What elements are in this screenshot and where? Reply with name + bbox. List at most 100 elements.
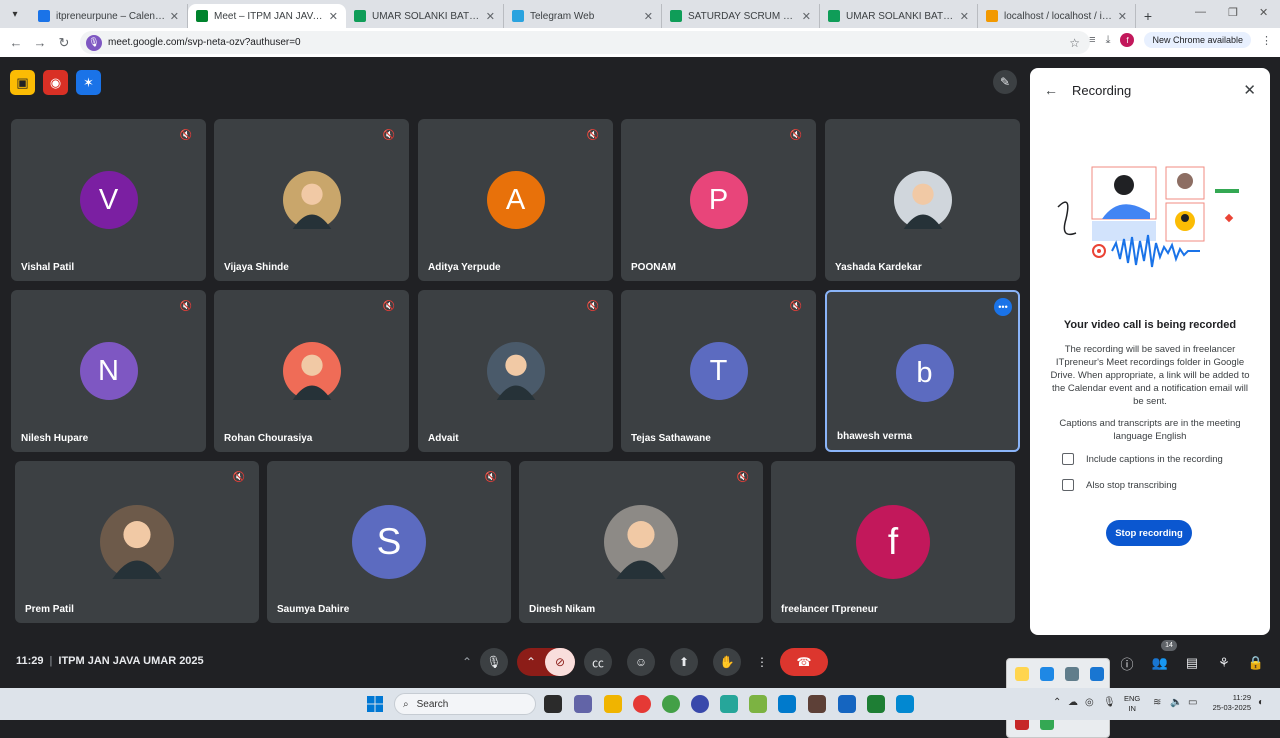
- browser-tab[interactable]: localhost / localhost / itpb2db ✕: [978, 4, 1136, 28]
- chrome-taskbar-icon[interactable]: [662, 695, 680, 713]
- tray-app-icon[interactable]: ◎: [1085, 697, 1094, 708]
- participant-tile[interactable]: P POONAM 🔇: [621, 119, 816, 281]
- chrome-menu-icon[interactable]: ⋮: [1261, 34, 1272, 47]
- tab-close-icon[interactable]: ✕: [170, 10, 179, 23]
- pen-icon[interactable]: ✎: [993, 70, 1017, 94]
- tab-search-icon[interactable]: ▾: [6, 5, 24, 23]
- browser-tab[interactable]: itpreneurpune – Calendar - Tue ✕: [30, 4, 188, 28]
- chrome-taskbar-icon[interactable]: [633, 695, 651, 713]
- forward-icon[interactable]: →: [28, 35, 52, 50]
- browser-tab[interactable]: Meet – ITPM JAN JAVA UM ✕: [188, 4, 346, 28]
- record-icon[interactable]: ◉: [43, 70, 68, 95]
- activities-panel-icon[interactable]: ⚘: [1214, 653, 1234, 673]
- captions-button[interactable]: ㏄: [584, 648, 612, 676]
- participant-tile[interactable]: Advait 🔇: [418, 290, 613, 452]
- camera-options-button[interactable]: ⌃ ⊘: [517, 648, 575, 676]
- url-input[interactable]: 🎙 meet.google.com/svp-neta-ozv?authuser=…: [80, 31, 1090, 54]
- onedrive-icon[interactable]: ☁: [1068, 697, 1078, 708]
- emoji-button[interactable]: ☺: [627, 648, 655, 676]
- audio-options-chevron-icon[interactable]: ⌃: [456, 648, 478, 676]
- tab-close-icon[interactable]: ✕: [1118, 10, 1127, 23]
- notepad-icon[interactable]: [749, 695, 767, 713]
- bookmark-star-icon[interactable]: ☆: [1069, 36, 1080, 50]
- show-hidden-icons-chevron[interactable]: ⌃: [1053, 697, 1061, 708]
- media-controls-icon[interactable]: ≡: [1089, 34, 1095, 46]
- wifi-icon[interactable]: ≋: [1153, 697, 1161, 708]
- present-screen-button[interactable]: ⬆: [670, 648, 698, 676]
- host-controls-icon[interactable]: 🔒: [1246, 653, 1266, 673]
- browser-tab[interactable]: SATURDAY SCRUM CALL- FREE ✕: [662, 4, 820, 28]
- camera-off-icon[interactable]: ⊘: [545, 648, 575, 676]
- bluetooth-icon[interactable]: [1040, 667, 1054, 681]
- chrome-taskbar-icon[interactable]: [691, 695, 709, 713]
- chevron-up-icon[interactable]: ⌃: [526, 655, 536, 669]
- participant-tile[interactable]: Prem Patil 🔇: [15, 461, 259, 623]
- tile-more-options-icon[interactable]: •••: [994, 298, 1012, 316]
- browser-tab[interactable]: UMAR SOLANKI BATCHES ATT ✕: [346, 4, 504, 28]
- tray-app-icon[interactable]: [1015, 667, 1029, 681]
- minimize-icon[interactable]: —: [1195, 6, 1206, 18]
- notifications-icon[interactable]: ◐: [1258, 697, 1264, 708]
- participant-tile[interactable]: Yashada Kardekar: [825, 119, 1020, 281]
- participant-tile[interactable]: N Nilesh Hupare 🔇: [11, 290, 206, 452]
- word-icon[interactable]: [838, 695, 856, 713]
- participant-tile[interactable]: b bhawesh verma •••: [825, 290, 1020, 452]
- stop-transcribing-checkbox[interactable]: Also stop transcribing: [1062, 479, 1177, 491]
- participant-tile[interactable]: V Vishal Patil 🔇: [11, 119, 206, 281]
- presentation-icon[interactable]: ▣: [10, 70, 35, 95]
- tray-app-icon[interactable]: [896, 695, 914, 713]
- new-tab-button[interactable]: +: [1136, 4, 1160, 28]
- tray-app-icon[interactable]: [720, 695, 738, 713]
- people-icon[interactable]: 👥: [1150, 653, 1170, 673]
- tray-app-icon[interactable]: [1065, 667, 1079, 681]
- vscode-icon[interactable]: [778, 695, 796, 713]
- participant-tile[interactable]: Rohan Chourasiya 🔇: [214, 290, 409, 452]
- checkbox-box[interactable]: [1062, 453, 1074, 465]
- tab-close-icon[interactable]: ✕: [329, 10, 338, 23]
- raise-hand-button[interactable]: ✋: [713, 648, 741, 676]
- tab-close-icon[interactable]: ✕: [486, 10, 495, 23]
- tab-close-icon[interactable]: ✕: [802, 10, 811, 23]
- stop-recording-button[interactable]: Stop recording: [1106, 520, 1192, 546]
- participant-tile[interactable]: Dinesh Nikam 🔇: [519, 461, 763, 623]
- site-info-icon[interactable]: 🎙: [86, 34, 102, 51]
- taskbar-search-box[interactable]: ⌕ Search: [394, 693, 536, 715]
- reload-icon[interactable]: ↻: [52, 35, 76, 51]
- chat-icon[interactable]: ▤: [1182, 653, 1202, 673]
- battery-icon[interactable]: ▭: [1188, 697, 1197, 708]
- tray-app-icon[interactable]: [1090, 667, 1104, 681]
- more-options-icon[interactable]: ⋮: [753, 648, 771, 676]
- language-indicator[interactable]: ENG IN: [1124, 694, 1140, 714]
- tab-close-icon[interactable]: ✕: [960, 10, 969, 23]
- download-icon[interactable]: ⤓: [1106, 34, 1111, 47]
- back-arrow-icon[interactable]: ←: [1044, 82, 1058, 98]
- tab-close-icon[interactable]: ✕: [644, 10, 653, 23]
- participant-tile[interactable]: T Tejas Sathawane 🔇: [621, 290, 816, 452]
- taskbar-clock[interactable]: 11:29 25-03-2025: [1205, 693, 1251, 713]
- task-view-icon[interactable]: [544, 695, 562, 713]
- microphone-button[interactable]: 🎙: [480, 648, 508, 676]
- checkbox-box[interactable]: [1062, 479, 1074, 491]
- participant-tile[interactable]: A Aditya Yerpude 🔇: [418, 119, 613, 281]
- participant-tile[interactable]: f freelancer ITpreneur: [771, 461, 1015, 623]
- meeting-details-icon[interactable]: ⓘ: [1117, 653, 1137, 673]
- browser-tab[interactable]: Telegram Web ✕: [504, 4, 662, 28]
- participant-tile[interactable]: S Saumya Dahire 🔇: [267, 461, 511, 623]
- close-icon[interactable]: ✕: [1243, 81, 1256, 99]
- maximize-icon[interactable]: ❐: [1228, 6, 1238, 19]
- include-captions-checkbox[interactable]: Include captions in the recording: [1062, 453, 1223, 465]
- profile-avatar[interactable]: f: [1120, 33, 1135, 47]
- leave-call-button[interactable]: ☎: [780, 648, 828, 676]
- excel-icon[interactable]: [867, 695, 885, 713]
- tray-app-icon[interactable]: [808, 695, 826, 713]
- volume-icon[interactable]: 🔈: [1170, 697, 1182, 708]
- back-icon[interactable]: ←: [4, 35, 28, 50]
- close-window-icon[interactable]: ✕: [1259, 6, 1268, 19]
- teams-taskbar-icon[interactable]: [574, 695, 592, 713]
- browser-tab[interactable]: UMAR SOLANKI BATCHES ATT ✕: [820, 4, 978, 28]
- file-explorer-icon[interactable]: [604, 695, 622, 713]
- participant-tile[interactable]: Vijaya Shinde 🔇: [214, 119, 409, 281]
- windows-start-icon[interactable]: [367, 696, 383, 712]
- microphone-tray-icon[interactable]: 🎙: [1103, 697, 1116, 708]
- new-chrome-available-button[interactable]: New Chrome available: [1144, 32, 1251, 48]
